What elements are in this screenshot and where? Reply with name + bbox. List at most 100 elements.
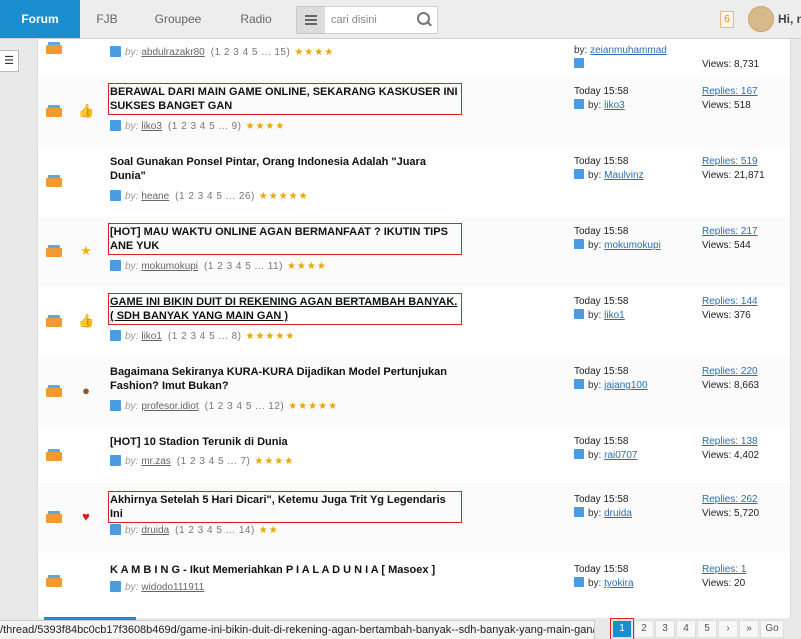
page-links[interactable]: (1 2 3 4 5 ... 9)	[168, 121, 242, 132]
last-post-user-link[interactable]: jajang100	[604, 380, 647, 391]
checkbox-icon[interactable]	[110, 400, 121, 411]
last-post: Today 15:58 by: mokumokupi	[574, 226, 661, 251]
replies-link[interactable]: Replies: 262	[702, 494, 758, 505]
thread-title-link[interactable]: Akhirnya Setelah 5 Hari Dicari", Ketemu …	[108, 491, 462, 523]
last-post-user-link[interactable]: zeianmuhammad	[590, 45, 667, 56]
go-button[interactable]: Go	[760, 620, 784, 638]
page-2-button[interactable]: 2	[634, 620, 654, 638]
view-count: Views: 5,720	[702, 508, 760, 519]
goto-last-post-icon[interactable]	[574, 169, 584, 179]
hamburger-icon	[305, 15, 317, 17]
page-3-button[interactable]: 3	[655, 620, 675, 638]
thread-stats: Replies: 167 Views: 518	[702, 85, 790, 113]
checkbox-icon[interactable]	[110, 455, 121, 466]
last-post-user-link[interactable]: mokumokupi	[604, 240, 661, 251]
last-post-user-link[interactable]: Maulvinz	[604, 170, 643, 181]
thread-author-link[interactable]: liko3	[141, 121, 162, 132]
page-links[interactable]: (1 2 3 4 5 ... 12)	[205, 401, 285, 412]
thread-title-link[interactable]: [HOT] 10 Stadion Terunik di Dunia	[110, 435, 460, 449]
category-menu-button[interactable]	[296, 6, 326, 34]
last-post-user-link[interactable]: liko1	[604, 310, 625, 321]
thread-author-link[interactable]: heane	[141, 191, 169, 202]
replies-link[interactable]: Replies: 1	[702, 564, 746, 575]
last-post: Today 15:58 by: jajang100	[574, 366, 648, 391]
page-links[interactable]: (1 2 3 4 5 ... 7)	[177, 456, 251, 467]
checkbox-icon[interactable]	[110, 581, 121, 592]
user-greeting[interactable]: Hi, n	[778, 12, 801, 26]
view-count: Views: 21,871	[702, 170, 765, 181]
rating-stars: ★★★★★	[245, 331, 296, 342]
last-post: Today 15:58 by: tyokira	[574, 564, 634, 589]
goto-last-post-icon[interactable]	[574, 239, 584, 249]
thread-author-link[interactable]: mr.zas	[141, 456, 170, 467]
goto-last-post-icon[interactable]	[574, 58, 584, 68]
thread-row: by: abdulrazakr80 (1 2 3 4 5 ... 15) ★★★★ b…	[38, 38, 790, 78]
checkbox-icon[interactable]	[110, 330, 121, 341]
replies-link[interactable]: Replies: 519	[702, 156, 758, 167]
thread-title-link[interactable]: GAME INI BIKIN DUIT DI REKENING AGAN BER…	[108, 293, 462, 325]
goto-last-post-icon[interactable]	[574, 507, 584, 517]
goto-last-post-icon[interactable]	[574, 309, 584, 319]
thread-author-link[interactable]: druida	[141, 525, 169, 536]
checkbox-icon[interactable]	[110, 524, 121, 535]
checkbox-icon[interactable]	[110, 120, 121, 131]
thread-meta: by: widodo111911	[110, 581, 204, 595]
page-5-button[interactable]: 5	[697, 620, 717, 638]
thread-title-link[interactable]: Soal Gunakan Ponsel Pintar, Orang Indone…	[110, 155, 460, 183]
replies-link[interactable]: Replies: 220	[702, 366, 758, 377]
tab-fjb[interactable]: FJB	[84, 0, 130, 38]
page-links[interactable]: (1 2 3 4 5 ... 11)	[204, 261, 283, 272]
thread-author-link[interactable]: mokumokupi	[141, 261, 198, 272]
thread-meta: by: heane (1 2 3 4 5 ... 26) ★★★★★	[110, 190, 309, 204]
search-input[interactable]	[331, 11, 409, 29]
thread-author-link[interactable]: abdulrazakr80	[141, 47, 204, 58]
replies-link[interactable]: Replies: 144	[702, 296, 758, 307]
thread-row: ★ [HOT] MAU WAKTU ONLINE AGAN BERMANFAAT…	[38, 217, 790, 288]
thread-folder-icon	[46, 385, 62, 397]
heart-icon: ♥	[82, 509, 90, 524]
replies-link[interactable]: Replies: 217	[702, 226, 758, 237]
page-links[interactable]: (1 2 3 4 5 ... 14)	[175, 525, 255, 536]
thread-author-link[interactable]: liko1	[141, 331, 162, 342]
thread-author-link[interactable]: widodo111911	[141, 582, 204, 593]
page-links[interactable]: (1 2 3 4 5 ... 8)	[168, 331, 242, 342]
page-links[interactable]: (1 2 3 4 5 ... 15)	[211, 47, 291, 58]
rating-stars: ★★★★	[294, 47, 335, 58]
replies-link[interactable]: Replies: 167	[702, 86, 758, 97]
goto-last-post-icon[interactable]	[574, 99, 584, 109]
page-4-button[interactable]: 4	[676, 620, 696, 638]
avatar[interactable]	[748, 6, 774, 32]
notification-badge[interactable]: 6	[720, 11, 734, 28]
last-post-user-link[interactable]: liko3	[604, 100, 625, 111]
last-post-user-link[interactable]: tyokira	[604, 578, 633, 589]
last-post: by: zeianmuhammad	[574, 44, 694, 72]
tab-radio[interactable]: Radio	[232, 0, 280, 38]
thread-title-link[interactable]: K A M B I N G - Ikut Memeriahkan P I A L…	[110, 563, 530, 577]
last-post-user-link[interactable]: druida	[604, 508, 632, 519]
goto-last-post-icon[interactable]	[574, 449, 584, 459]
thread-title-link[interactable]: [HOT] MAU WAKTU ONLINE AGAN BERMANFAAT ?…	[108, 223, 462, 255]
page-links[interactable]: (1 2 3 4 5 ... 26)	[175, 191, 255, 202]
goto-last-post-icon[interactable]	[574, 379, 584, 389]
replies-link[interactable]: Replies: 138	[702, 436, 758, 447]
thread-stats: Replies: 519 Views: 21,871	[702, 155, 790, 183]
checkbox-icon[interactable]	[110, 46, 121, 57]
last-page-icon[interactable]: »	[739, 620, 759, 638]
thread-folder-icon	[46, 511, 62, 523]
poop-icon: ●	[82, 383, 90, 398]
last-post-user-link[interactable]: rai0707	[604, 450, 637, 461]
thread-author-link[interactable]: profesor.idiot	[141, 401, 198, 412]
thread-title-link[interactable]: Bagaimana Sekiranya KURA-KURA Dijadikan …	[110, 365, 460, 393]
tab-forum[interactable]: Forum	[0, 0, 80, 38]
search-icon[interactable]	[417, 12, 430, 25]
thread-title-link[interactable]: BERAWAL DARI MAIN GAME ONLINE, SEKARANG …	[108, 83, 462, 115]
thread-folder-icon	[46, 245, 62, 257]
view-count: Views: 8,663	[702, 380, 760, 391]
page-1-button[interactable]: 1	[610, 618, 634, 639]
checkbox-icon[interactable]	[110, 190, 121, 201]
checkbox-icon[interactable]	[110, 260, 121, 271]
tab-groupee[interactable]: Groupee	[146, 0, 210, 38]
next-page-icon[interactable]: ›	[718, 620, 738, 638]
goto-last-post-icon[interactable]	[574, 577, 584, 587]
sidebar-toggle-icon[interactable]: ☰	[0, 50, 19, 72]
